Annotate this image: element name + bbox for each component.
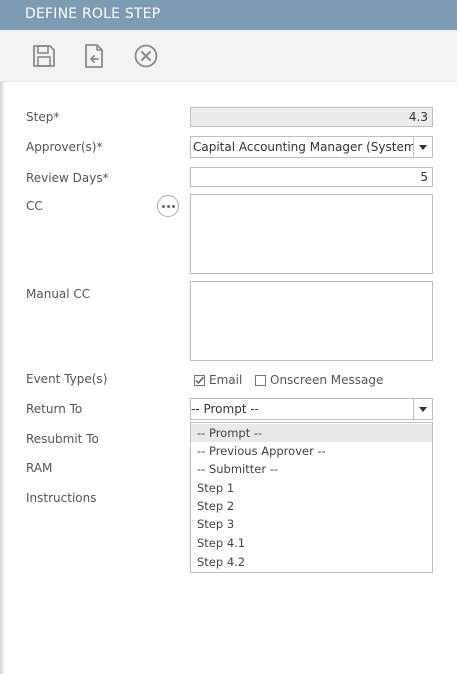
cc-label: CC (26, 199, 43, 213)
return-to-label: Return To (26, 402, 83, 416)
cancel-button[interactable] (132, 42, 160, 70)
manual-cc-textarea[interactable] (190, 281, 433, 361)
approvers-select[interactable]: Capital Accounting Manager (System) (190, 136, 433, 158)
more-dots-icon (161, 204, 165, 208)
checkmark-icon (195, 376, 205, 384)
cc-textarea[interactable] (190, 194, 433, 274)
review-days-input[interactable]: 5 (190, 167, 433, 187)
manual-cc-label: Manual CC (26, 287, 91, 301)
onscreen-checkbox-wrap[interactable]: Onscreen Message (255, 373, 383, 387)
return-to-dropdown-button[interactable] (413, 399, 432, 419)
onscreen-message-label: Onscreen Message (270, 373, 384, 387)
export-icon (85, 44, 103, 68)
email-label: Email (209, 373, 243, 387)
approvers-dropdown-button[interactable] (413, 137, 432, 157)
approvers-label: Approver(s)* (26, 140, 103, 154)
return-to-value: -- Prompt -- (191, 402, 259, 416)
step-field[interactable]: 4.3 (190, 107, 433, 127)
left-edge (0, 0, 4, 674)
option-step-3[interactable]: Step 3 (191, 515, 432, 533)
return-to-select[interactable]: -- Prompt -- (190, 398, 433, 420)
email-checkbox-wrap[interactable]: Email (194, 373, 242, 387)
option-step-4-1[interactable]: Step 4.1 (191, 534, 432, 552)
event-types-label: Event Type(s) (26, 372, 108, 386)
cc-more-button[interactable] (157, 195, 179, 217)
export-button[interactable] (80, 42, 108, 70)
close-circle-icon (134, 44, 158, 68)
dialog-title: DEFINE ROLE STEP (25, 6, 161, 22)
dialog-header: DEFINE ROLE STEP (0, 0, 457, 30)
onscreen-message-checkbox[interactable] (255, 374, 266, 386)
option-prompt[interactable]: -- Prompt -- (191, 424, 432, 442)
option-previous-approver[interactable]: -- Previous Approver -- (191, 442, 432, 460)
triangle-down-icon (419, 144, 427, 150)
resubmit-to-label: Resubmit To (26, 432, 99, 446)
step-label: Step* (26, 110, 60, 124)
return-to-options-list: -- Prompt -- -- Previous Approver -- -- … (190, 422, 433, 573)
ram-label: RAM (26, 461, 53, 475)
option-submitter[interactable]: -- Submitter -- (191, 460, 432, 478)
save-icon (33, 45, 55, 67)
approvers-value: Capital Accounting Manager (System) (193, 140, 421, 154)
option-step-4-2[interactable]: Step 4.2 (191, 553, 432, 571)
email-checkbox[interactable] (194, 374, 205, 386)
instructions-label: Instructions (26, 491, 97, 505)
option-step-2[interactable]: Step 2 (191, 497, 432, 515)
option-step-1[interactable]: Step 1 (191, 479, 432, 497)
triangle-down-icon (419, 406, 427, 412)
review-days-label: Review Days* (26, 171, 109, 185)
save-button[interactable] (30, 42, 58, 70)
toolbar (0, 30, 457, 82)
